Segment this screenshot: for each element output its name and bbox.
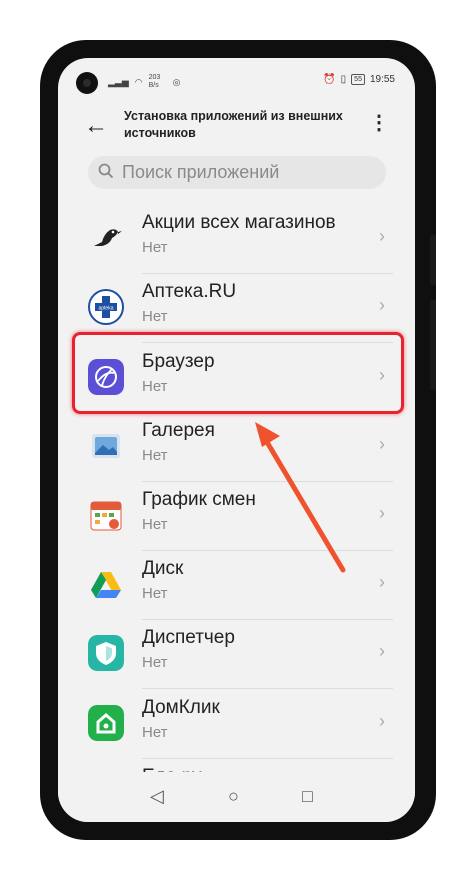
pointer-arrow-icon	[255, 422, 346, 573]
